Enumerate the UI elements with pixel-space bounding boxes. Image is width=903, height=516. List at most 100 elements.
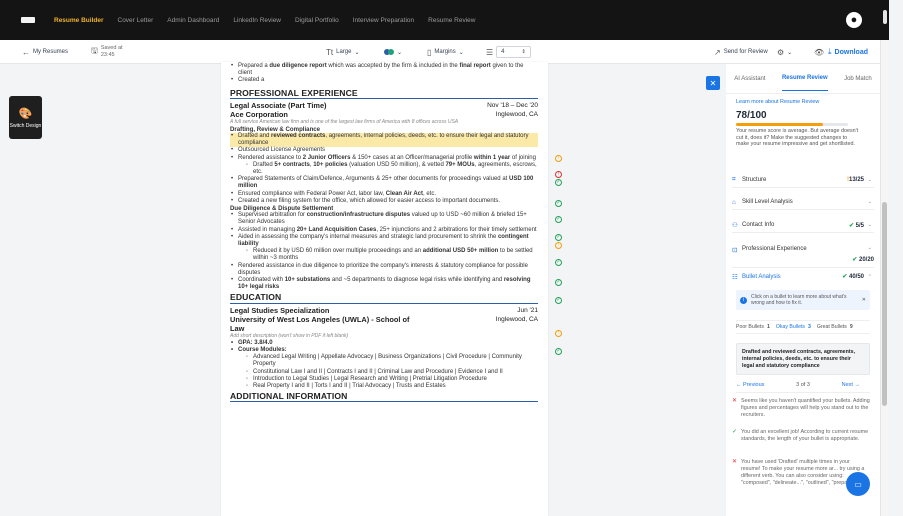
company-description[interactable]: A full service American law firm and is … <box>230 119 538 126</box>
resume-bullet[interactable]: Prepared a due diligence report which wa… <box>230 63 538 77</box>
app-logo[interactable] <box>21 17 35 23</box>
education-note[interactable]: Add short description (won't show in PDF… <box>230 333 538 340</box>
feedback-item: ✓ You did an excellent job! According to … <box>732 429 870 443</box>
margins-select[interactable]: ▯ Margins ⌄ <box>427 40 464 64</box>
bullet-warning-icon[interactable]: ! <box>555 242 562 249</box>
font-size-select[interactable]: Tt Large ⌄ <box>326 40 360 64</box>
nav-cover-letter[interactable]: Cover Letter <box>118 17 154 24</box>
window-scroll-thumb[interactable] <box>883 10 887 24</box>
bullet-check-icon[interactable]: ✓ <box>555 279 562 286</box>
subsection-heading[interactable]: Drafting, Review & Compliance <box>230 126 538 133</box>
bullet-check-icon[interactable]: ✓ <box>555 297 562 304</box>
close-icon: ✕ <box>709 78 717 88</box>
bullet-warning-icon[interactable]: ! <box>555 155 562 162</box>
resume-bullet[interactable]: Coordinated with 10+ substations and ~5 … <box>230 277 538 291</box>
line-spacing-stepper[interactable]: ☰ 4 ⇕ <box>486 40 531 64</box>
chat-support-button[interactable]: ▭ <box>846 472 870 496</box>
color-theme-select[interactable]: ⌄ <box>384 40 402 64</box>
course-list-item[interactable]: Advanced Legal Writing | Appellate Advoc… <box>230 354 538 368</box>
bullet-check-icon[interactable]: ✓ <box>555 259 562 266</box>
bullet-check-icon[interactable]: ✓ <box>555 216 562 223</box>
experience-heading[interactable]: PROFESSIONAL EXPERIENCE <box>230 88 538 99</box>
previous-button[interactable]: ← Previous <box>736 382 764 388</box>
learn-more-link[interactable]: Learn more about Resume Review <box>736 99 819 105</box>
tab-job-match[interactable]: Job Match <box>844 67 872 91</box>
section-bullet-analysis[interactable]: ☷ Bullet Analysis ✔ 40/50 ⌃ <box>732 269 874 284</box>
resume-bullet[interactable]: Outsourced License Agreements <box>230 147 538 154</box>
okay-bullets-label[interactable]: Okay Bullets <box>776 324 805 330</box>
resume-sub-bullet[interactable]: Reduced it by USD 60 million over multip… <box>230 248 538 262</box>
course-list-item[interactable]: Real Property I and II | Torts I and II … <box>230 383 538 390</box>
close-panel-button[interactable]: ✕ <box>706 76 720 90</box>
chevron-down-icon: ⌄ <box>458 49 464 56</box>
course-modules-label[interactable]: Course Modules: <box>230 347 538 354</box>
bullet-check-icon[interactable]: ✓ <box>555 179 562 186</box>
resume-sub-bullet[interactable]: Drafted 5+ contracts, 10+ policies (valu… <box>230 162 538 176</box>
resume-bullet[interactable]: Supervised arbitration for construction/… <box>230 212 538 226</box>
chevron-down-icon: ⌄ <box>787 49 793 56</box>
settings-menu[interactable]: ⚙ ⌄ <box>777 40 792 64</box>
dismiss-icon[interactable]: ✕ <box>862 297 866 303</box>
eye-icon: 👁 <box>814 47 825 57</box>
account-avatar-icon[interactable]: ● <box>846 12 862 28</box>
company-row[interactable]: Ace Corporation Inglewood, CA <box>230 110 538 119</box>
download-icon: ⤓ <box>828 47 832 56</box>
resume-content: Prepared a due diligence report which wa… <box>230 63 538 404</box>
resume-bullet[interactable]: Aided in assessing the company's interna… <box>230 234 538 248</box>
additional-information-heading[interactable]: ADDITIONAL INFORMATION <box>230 392 538 403</box>
resume-page[interactable]: Prepared a due diligence report which wa… <box>221 62 548 516</box>
resume-bullet[interactable]: Created a <box>230 77 538 84</box>
line-spacing-input[interactable]: 4 ⇕ <box>496 46 531 58</box>
palette-icon: 🎨 <box>18 107 33 120</box>
section-structure[interactable]: ⌗ Structure !13/25 ⌄ <box>732 173 874 188</box>
nav-resume-review[interactable]: Resume Review <box>428 17 475 24</box>
education-heading[interactable]: EDUCATION <box>230 293 538 304</box>
nav-interview-preparation[interactable]: Interview Preparation <box>353 17 414 24</box>
section-skill-level[interactable]: ⌂ Skill Level Analysis ⌄ <box>732 195 874 210</box>
check-icon: ✔ <box>842 274 848 280</box>
preview-button[interactable]: 👁 <box>814 40 824 64</box>
gpa[interactable]: GPA: 3.8/4.0 <box>230 340 538 347</box>
resume-bullet[interactable]: Ensured compliance with Federal Power Ac… <box>230 191 538 198</box>
send-for-review-button[interactable]: ↗ Send for Review <box>714 40 768 64</box>
course-list-item[interactable]: Constitutional Law I and II | Contracts … <box>230 369 538 376</box>
section-contact-info[interactable]: ⚇ Contact Info ✔ 5/5 ⌄ <box>732 218 874 233</box>
stepper-arrows-icon[interactable]: ⇕ <box>522 49 526 55</box>
bullet-warning-icon[interactable]: ! <box>555 330 562 337</box>
bullet-pagination: ← Previous 3 of 3 Next → <box>736 382 860 388</box>
resume-bullet[interactable]: Assisted in managing 20+ Land Acquisitio… <box>230 227 538 234</box>
nav-digital-portfolio[interactable]: Digital Portfolio <box>295 17 339 24</box>
switch-design-button[interactable]: 🎨 Switch Design <box>9 96 42 139</box>
resume-bullet[interactable]: Rendered assistance to 2 Junior Officers… <box>230 155 538 162</box>
next-button[interactable]: Next → <box>842 382 860 388</box>
nav-resume-builder[interactable]: Resume Builder <box>54 17 104 24</box>
great-bullets-label[interactable]: Great Bullets <box>817 324 847 330</box>
resume-bullet[interactable]: Rendered assistance in due diligence to … <box>230 263 538 277</box>
download-button[interactable]: ⤓ Download <box>828 40 868 64</box>
chevron-down-icon: ⌄ <box>867 222 872 228</box>
contact-icon: ⚇ <box>732 222 738 229</box>
vertical-scrollbar-thumb[interactable] <box>882 202 887 406</box>
back-to-resumes-button[interactable]: ← My Resumes <box>22 40 68 64</box>
tab-ai-assistant[interactable]: AI Assistant <box>734 67 765 91</box>
bullet-error-icon[interactable]: ! <box>555 171 562 178</box>
degree-row[interactable]: Legal Studies Specialization Jun '21 <box>230 306 538 315</box>
previous-label: Previous <box>743 382 765 388</box>
poor-bullets-label[interactable]: Poor Bullets <box>736 324 764 330</box>
resume-bullet[interactable]: Created a new filing system for the offi… <box>230 198 538 205</box>
course-list-item[interactable]: Introduction to Legal Studies | Legal Re… <box>230 376 538 383</box>
bullet-check-icon[interactable]: ✓ <box>555 234 562 241</box>
bullet-check-icon[interactable]: ✓ <box>555 348 562 355</box>
bullet-check-icon[interactable]: ✓ <box>555 200 562 207</box>
section-score: !13/25 <box>847 177 864 183</box>
job-title-row[interactable]: Legal Associate (Part Time) Nov '18 – Dec… <box>230 101 538 110</box>
nav-admin-dashboard[interactable]: Admin Dashboard <box>167 17 219 24</box>
nav-linkedin-review[interactable]: LinkedIn Review <box>233 17 281 24</box>
resume-bullet-selected[interactable]: Drafted and reviewed contracts, agreemen… <box>230 133 538 148</box>
subsection-heading[interactable]: Due Diligence & Dispute Settlement <box>230 205 538 212</box>
tab-resume-review[interactable]: Resume Review <box>781 66 828 91</box>
bullet-counts: Poor Bullets 1 Okay Bullets 3 Great Bullet… <box>736 320 870 334</box>
school-row[interactable]: University of West Los Angeles (UWLA) - … <box>230 315 538 333</box>
section-professional-experience[interactable]: ⊡ Professional Experience ✔ 20/20 ⌄ <box>732 242 874 268</box>
resume-bullet[interactable]: Prepared Statements of Claim/Defence, Ar… <box>230 176 538 190</box>
